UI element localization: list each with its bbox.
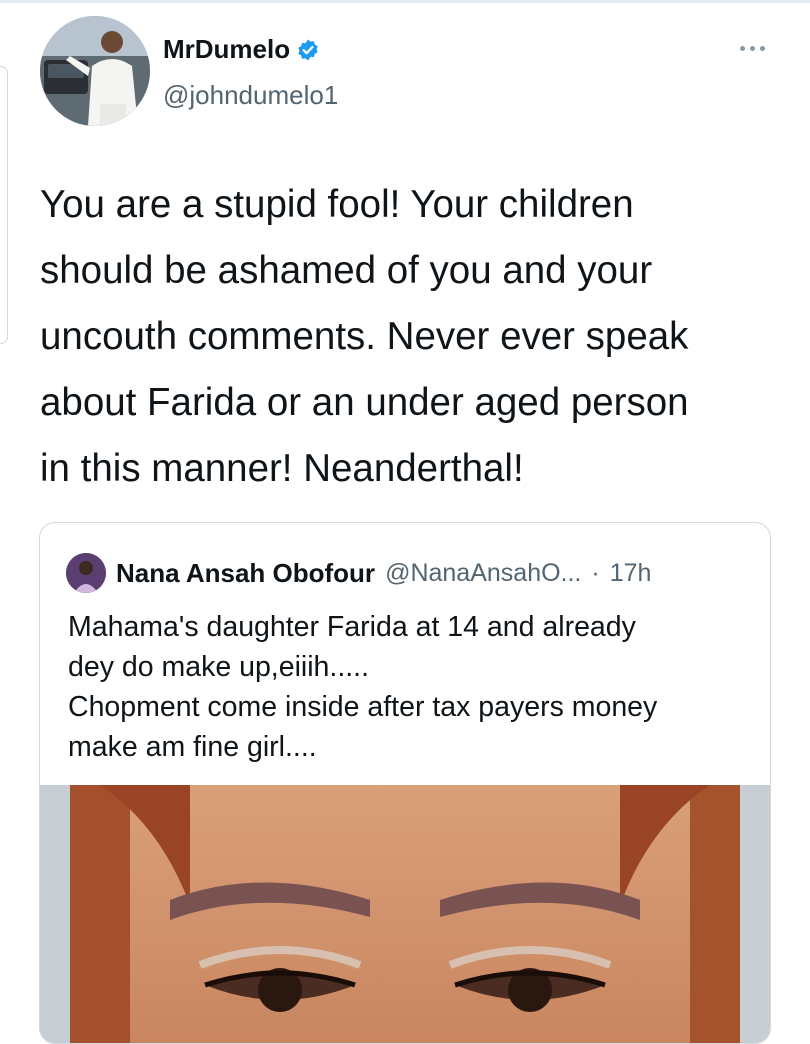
dot: [739, 45, 745, 51]
author-handle[interactable]: @johndumelo1: [163, 80, 338, 111]
dot: [749, 45, 755, 51]
tweet-text-line: about Farida or an under aged person: [40, 381, 689, 424]
avatar[interactable]: [40, 16, 150, 126]
quoted-text-line: make am fine girl....: [68, 731, 317, 763]
author-display-name[interactable]: MrDumelo: [163, 34, 290, 65]
verified-badge-icon: [296, 38, 320, 62]
quoted-text-line: Chopment come inside after tax payers mo…: [68, 691, 658, 723]
tweet-text: You are a stupid fool! Your children sho…: [40, 172, 790, 502]
top-divider: [0, 0, 810, 3]
more-options-icon[interactable]: [732, 38, 772, 58]
author-name-row: MrDumelo: [163, 34, 320, 65]
tweet-text-line: You are a stupid fool! Your children: [40, 183, 634, 226]
quoted-tweet-card[interactable]: Nana Ansah Obofour @NanaAnsahO... · 17h …: [39, 522, 771, 1044]
tweet-text-line: uncouth comments. Never ever speak: [40, 315, 689, 358]
quoted-avatar[interactable]: [66, 553, 106, 593]
quoted-text-line: Mahama's daughter Farida at 14 and alrea…: [68, 611, 636, 643]
quoted-media-image[interactable]: [40, 785, 770, 1043]
tweet-text-line: in this manner! Neanderthal!: [40, 447, 524, 490]
quoted-tweet-header: Nana Ansah Obofour @NanaAnsahO... · 17h: [66, 553, 651, 593]
quoted-handle[interactable]: @NanaAnsahO...: [385, 559, 581, 588]
quoted-display-name[interactable]: Nana Ansah Obofour: [116, 558, 375, 589]
dot: [759, 45, 765, 51]
face-photo: [40, 785, 770, 1043]
quoted-tweet-text: Mahama's daughter Farida at 14 and alrea…: [68, 607, 758, 767]
profile-photo: [40, 16, 150, 126]
quoted-profile-photo: [66, 553, 106, 593]
quoted-text-line: dey do make up,eiiih.....: [68, 651, 370, 683]
reply-thread-edge: [0, 66, 8, 344]
quoted-timestamp[interactable]: 17h: [610, 559, 652, 588]
quoted-separator: ·: [591, 558, 600, 587]
tweet-text-line: should be ashamed of you and your: [40, 249, 653, 292]
